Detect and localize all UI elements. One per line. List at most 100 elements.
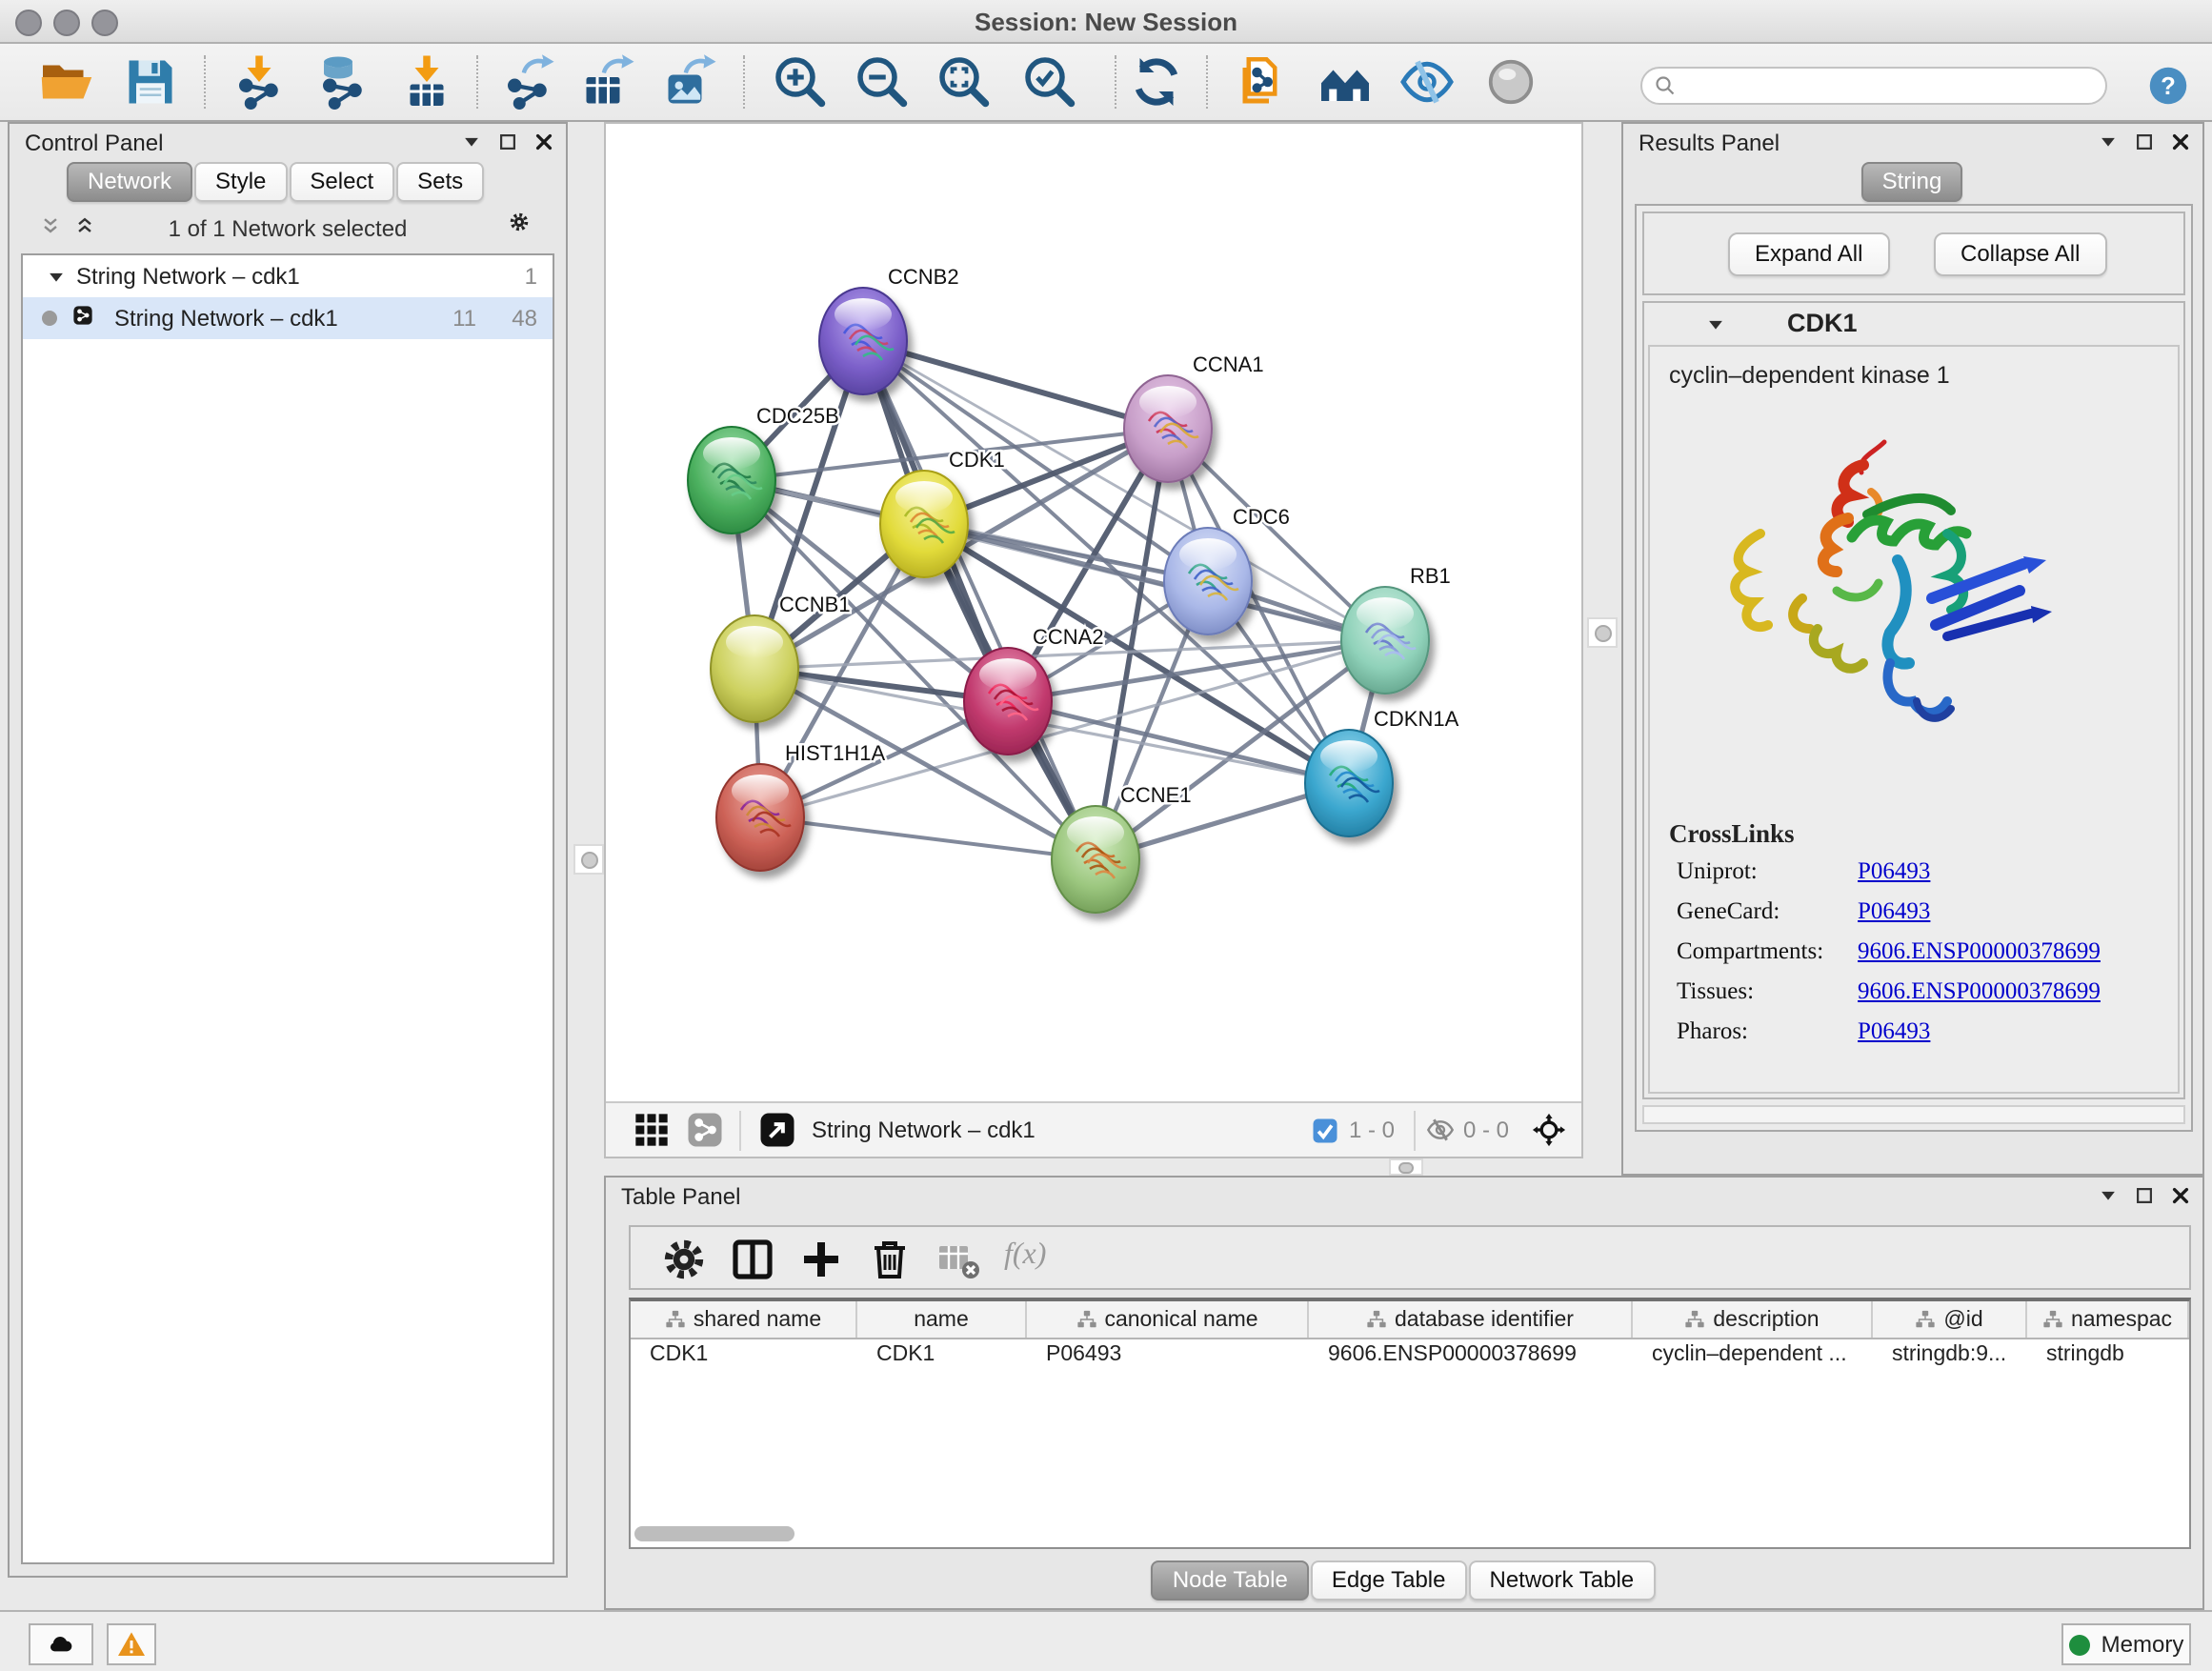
add-column-icon[interactable] bbox=[798, 1237, 844, 1282]
fit-selected-icon[interactable] bbox=[1532, 1113, 1566, 1147]
collection-expander-icon[interactable] bbox=[46, 267, 65, 286]
memory-button[interactable]: Memory bbox=[2061, 1623, 2191, 1665]
import-network-button[interactable] bbox=[231, 53, 288, 111]
column-header-database-identifier[interactable]: database identifier bbox=[1309, 1301, 1633, 1338]
crosslink-link[interactable]: 9606.ENSP00000378699 bbox=[1858, 937, 2101, 966]
right-splitter-handle[interactable] bbox=[1587, 617, 1618, 648]
network-node-cdkn1a[interactable]: CDKN1A bbox=[1305, 707, 1459, 836]
refresh-button[interactable] bbox=[1128, 53, 1185, 111]
control-panel-tab-style[interactable]: Style bbox=[194, 162, 287, 202]
network-list-gear-icon[interactable] bbox=[509, 211, 539, 242]
table-panel-tab-node-table[interactable]: Node Table bbox=[1152, 1560, 1309, 1601]
collapse-all-button[interactable]: Collapse All bbox=[1934, 232, 2106, 276]
help-button[interactable]: ? bbox=[2147, 65, 2189, 107]
table-settings-icon[interactable] bbox=[661, 1237, 707, 1282]
column-header-canonical-name[interactable]: canonical name bbox=[1027, 1301, 1309, 1338]
show-columns-icon[interactable] bbox=[730, 1237, 775, 1282]
control-panel-tab-select[interactable]: Select bbox=[289, 162, 394, 202]
table-panel-tab-edge-table[interactable]: Edge Table bbox=[1311, 1560, 1467, 1601]
control-panel-tab-sets[interactable]: Sets bbox=[396, 162, 484, 202]
cloud-status-button[interactable] bbox=[29, 1623, 93, 1665]
network-graph[interactable]: CCNB2CCNA1CDC25BCDK1CDC6RB1CCNB1CCNA2CDK… bbox=[606, 124, 1581, 1101]
results-panel-menu-icon[interactable] bbox=[2098, 131, 2119, 152]
cdk1-expander-icon[interactable] bbox=[1705, 314, 1726, 335]
table-row[interactable]: CDK1CDK1P064939606.ENSP00000378699cyclin… bbox=[631, 1339, 2189, 1372]
birds-eye-view-icon[interactable] bbox=[758, 1111, 796, 1149]
left-splitter-handle[interactable] bbox=[573, 844, 604, 875]
network-node-ccne1[interactable]: CCNE1 bbox=[1052, 783, 1192, 913]
warnings-button[interactable] bbox=[107, 1623, 156, 1665]
search-field[interactable] bbox=[1640, 67, 2107, 105]
expand-all-button[interactable]: Expand All bbox=[1728, 232, 1889, 276]
network-view-toolbar: String Network – cdk1 1 - 0 0 - 0 bbox=[606, 1101, 1581, 1157]
network-edge[interactable] bbox=[924, 524, 1385, 640]
control-panel-float-icon[interactable] bbox=[497, 131, 518, 152]
control-panel-close-icon[interactable] bbox=[533, 131, 554, 152]
export-table-button[interactable] bbox=[579, 53, 636, 111]
table-panel-menu-icon[interactable] bbox=[2098, 1185, 2119, 1206]
results-panel-close-icon[interactable] bbox=[2170, 131, 2191, 152]
network-node-rb1[interactable]: RB1 bbox=[1341, 564, 1451, 694]
save-session-button[interactable] bbox=[122, 53, 179, 111]
crosslink-link[interactable]: P06493 bbox=[1858, 1017, 1930, 1046]
export-network-button[interactable] bbox=[499, 53, 556, 111]
network-mode-icon[interactable] bbox=[686, 1111, 724, 1149]
network-node-ccnb1[interactable]: CCNB1 bbox=[711, 593, 851, 722]
show-all-button[interactable] bbox=[1482, 53, 1539, 111]
column-header-description[interactable]: description bbox=[1633, 1301, 1873, 1338]
crosslink-link[interactable]: P06493 bbox=[1858, 857, 1930, 886]
column-header--id[interactable]: @id bbox=[1873, 1301, 2027, 1338]
clone-network-button[interactable] bbox=[1231, 53, 1288, 111]
table-panel-float-icon[interactable] bbox=[2134, 1185, 2155, 1206]
crosslink-link[interactable]: P06493 bbox=[1858, 897, 1930, 926]
network-node-ccnb2[interactable]: CCNB2 bbox=[819, 265, 959, 394]
search-input[interactable] bbox=[1684, 74, 2094, 97]
network-node-cdk1[interactable]: CDK1 bbox=[880, 448, 1005, 577]
table-cell[interactable]: P06493 bbox=[1027, 1339, 1309, 1372]
table-cell[interactable]: stringdb bbox=[2027, 1339, 2189, 1372]
selected-checkbox-icon[interactable] bbox=[1311, 1117, 1339, 1145]
table-cell[interactable]: CDK1 bbox=[857, 1339, 1027, 1372]
table-panel-tab-network-table[interactable]: Network Table bbox=[1469, 1560, 1656, 1601]
column-header-namespac[interactable]: namespac bbox=[2027, 1301, 2189, 1338]
network-edge[interactable] bbox=[863, 341, 1096, 859]
column-header-name[interactable]: name bbox=[857, 1301, 1027, 1338]
network-edge[interactable] bbox=[760, 817, 1096, 859]
network-row-selected[interactable]: String Network – cdk1 11 48 bbox=[23, 297, 553, 339]
results-panel-float-icon[interactable] bbox=[2134, 131, 2155, 152]
table-panel-close-icon[interactable] bbox=[2170, 1185, 2191, 1206]
table-cell[interactable]: 9606.ENSP00000378699 bbox=[1309, 1339, 1633, 1372]
results-scrollbar[interactable] bbox=[1642, 1105, 2185, 1124]
export-image-button[interactable] bbox=[661, 53, 718, 111]
bottom-splitter-handle[interactable] bbox=[1389, 1158, 1423, 1176]
crosslink-link[interactable]: 9606.ENSP00000378699 bbox=[1858, 977, 2101, 1006]
table-cell[interactable]: cyclin–dependent ... bbox=[1633, 1339, 1873, 1372]
table-toolbar: f(x) bbox=[629, 1225, 2191, 1290]
grid-mode-icon[interactable] bbox=[633, 1111, 671, 1149]
first-neighbors-button[interactable] bbox=[1317, 53, 1374, 111]
zoom-in-button[interactable] bbox=[772, 53, 829, 111]
network-node-hist1h1a[interactable]: HIST1H1A bbox=[716, 741, 885, 871]
zoom-out-button[interactable] bbox=[854, 53, 911, 111]
open-session-button[interactable] bbox=[38, 53, 95, 111]
network-node-ccna1[interactable]: CCNA1 bbox=[1124, 352, 1264, 482]
warning-icon bbox=[116, 1629, 147, 1660]
delete-column-icon[interactable] bbox=[867, 1237, 913, 1282]
control-panel-tabs: NetworkStyleSelectSets bbox=[67, 162, 486, 202]
network-collection-row[interactable]: String Network – cdk1 1 bbox=[23, 255, 553, 297]
import-database-button[interactable] bbox=[314, 53, 372, 111]
table-cell[interactable]: CDK1 bbox=[631, 1339, 857, 1372]
network-edge[interactable] bbox=[1008, 701, 1349, 783]
hidden-eye-icon[interactable] bbox=[1425, 1115, 1456, 1145]
column-header-shared-name[interactable]: shared name bbox=[631, 1301, 857, 1338]
network-canvas[interactable]: CCNB2CCNA1CDC25BCDK1CDC6RB1CCNB1CCNA2CDK… bbox=[604, 122, 1583, 1158]
zoom-selected-button[interactable] bbox=[1021, 53, 1078, 111]
hide-selected-button[interactable] bbox=[1398, 53, 1456, 111]
tab-string[interactable]: String bbox=[1861, 162, 1963, 202]
table-cell[interactable]: stringdb:9... bbox=[1873, 1339, 2027, 1372]
import-table-button[interactable] bbox=[398, 53, 455, 111]
zoom-fit-button[interactable] bbox=[935, 53, 993, 111]
control-panel-tab-network[interactable]: Network bbox=[67, 162, 192, 202]
control-panel-menu-icon[interactable] bbox=[461, 131, 482, 152]
table-h-scrollbar[interactable] bbox=[634, 1526, 794, 1541]
